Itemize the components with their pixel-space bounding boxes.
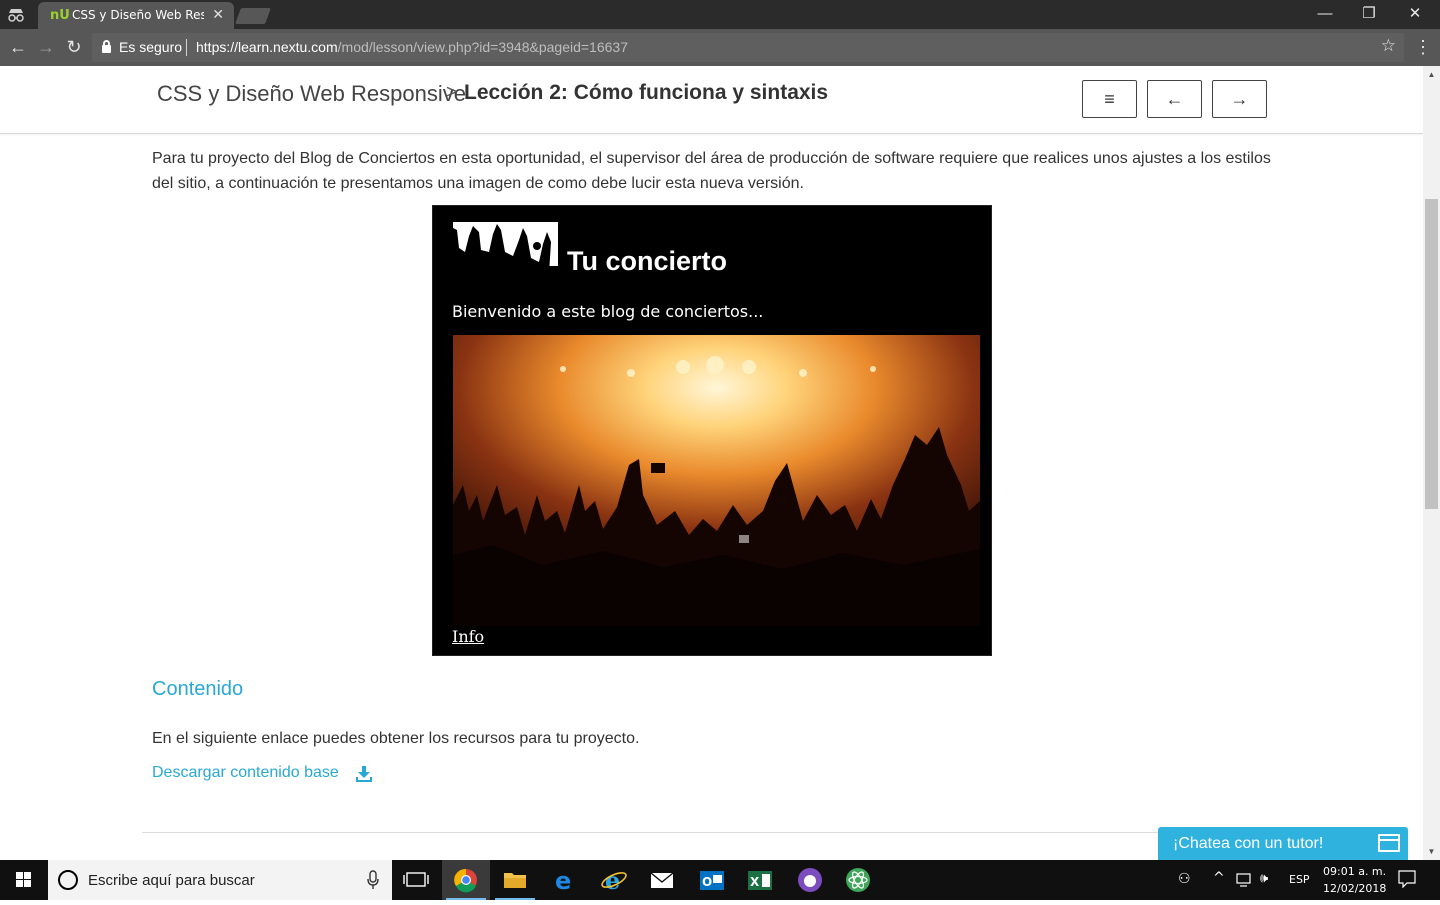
address-bar: ← → ↻ Es seguro https://learn.nextu.com/… (0, 29, 1440, 66)
browser-menu-icon[interactable]: ⋮ (1414, 35, 1432, 59)
start-button[interactable] (0, 860, 48, 900)
clock-time[interactable]: 09:01 a. m. (1323, 865, 1386, 878)
incognito-icon (6, 6, 26, 24)
svg-text:O: O (702, 875, 712, 889)
volume-icon[interactable]: 🕪 (1260, 871, 1268, 886)
svg-text:e: e (605, 866, 620, 895)
search-placeholder: Escribe aquí para buscar (88, 872, 255, 889)
hamburger-icon: ≡ (1104, 89, 1115, 109)
cortana-icon (58, 870, 78, 890)
concert-crowd-photo (453, 335, 980, 626)
security-label: Es seguro (119, 39, 183, 55)
app-purple-icon[interactable] (786, 860, 834, 900)
nextu-favicon-icon: nU (50, 8, 70, 23)
lesson-menu-button[interactable]: ≡ (1082, 80, 1137, 118)
network-icon[interactable] (1236, 872, 1254, 891)
tab-title: CSS y Diseño Web Respo (72, 8, 204, 22)
section-title: Contenido (152, 678, 244, 700)
clock-date[interactable]: 12/02/2018 (1323, 882, 1386, 895)
tab-bar: nU CSS y Diseño Web Respo ✕ — ❐ ✕ (0, 0, 1440, 29)
mail-icon[interactable] (638, 860, 686, 900)
lesson-header: CSS y Diseño Web Responsive > Lección 2:… (0, 66, 1423, 134)
chat-label: ¡Chatea con un tutor! (1173, 835, 1324, 852)
download-icon[interactable] (356, 766, 372, 782)
next-page-button[interactable]: → (1212, 80, 1267, 118)
preview-info-link: Info (452, 627, 485, 646)
intro-paragraph: Para tu proyecto del Blog de Conciertos … (152, 150, 1271, 192)
scroll-down-arrow-icon[interactable]: ▼ (1423, 843, 1440, 860)
close-window-button[interactable]: ✕ (1392, 2, 1438, 26)
resources-text: En el siguiente enlace puedes obtener lo… (152, 730, 640, 747)
url-text[interactable]: https://learn.nextu.com/mod/lesson/view.… (196, 39, 628, 55)
language-indicator[interactable]: ESP (1289, 873, 1310, 886)
arrow-right-icon: → (1230, 89, 1249, 109)
omnibox[interactable]: Es seguro https://learn.nextu.com/mod/le… (92, 33, 1404, 62)
chat-with-tutor-button[interactable]: ¡Chatea con un tutor! (1158, 827, 1408, 860)
svg-text:X: X (750, 875, 760, 889)
excel-icon[interactable]: X (736, 860, 784, 900)
tab-active[interactable]: nU CSS y Diseño Web Respo ✕ (38, 2, 234, 29)
microphone-icon[interactable] (366, 870, 380, 890)
blog-preview-image: Tu concierto Bienvenido a este blog de c… (432, 205, 992, 656)
chat-window-icon (1378, 834, 1400, 852)
minimize-button[interactable]: — (1302, 2, 1348, 26)
internet-explorer-icon[interactable]: e (590, 860, 638, 900)
file-explorer-icon[interactable] (491, 860, 539, 900)
content-divider (142, 832, 1282, 833)
lock-icon (102, 40, 111, 53)
windows-taskbar: Escribe aquí para buscar e e O X ⚇ ^ 🕪 E… (0, 860, 1440, 900)
page-scrollbar[interactable]: ▲ ▼ (1423, 66, 1440, 860)
task-view-icon[interactable] (392, 860, 440, 900)
scroll-up-arrow-icon[interactable]: ▲ (1423, 66, 1440, 83)
previous-page-button[interactable]: ← (1147, 80, 1202, 118)
omnibox-divider (186, 39, 187, 56)
people-icon[interactable]: ⚇ (1178, 871, 1191, 887)
bookmark-star-icon[interactable]: ☆ (1381, 36, 1396, 56)
scroll-thumb[interactable] (1425, 199, 1438, 509)
back-button[interactable]: ← (6, 35, 30, 59)
action-center-icon[interactable] (1398, 870, 1416, 891)
arrow-left-icon: ← (1165, 89, 1184, 109)
page-content: CSS y Diseño Web Responsive > Lección 2:… (0, 66, 1423, 860)
breadcrumb-lesson: Lección 2: Cómo funciona y sintaxis (464, 81, 829, 104)
taskbar-search-box[interactable]: Escribe aquí para buscar (48, 860, 392, 900)
atom-icon[interactable] (834, 860, 882, 900)
breadcrumb-separator: > (446, 82, 458, 103)
svg-text:e: e (555, 867, 571, 895)
tab-close-icon[interactable]: ✕ (212, 6, 224, 23)
reload-button[interactable]: ↻ (62, 35, 86, 59)
chrome-icon[interactable] (442, 860, 490, 900)
maximize-button[interactable]: ❐ (1346, 2, 1392, 26)
edge-icon[interactable]: e (540, 860, 588, 900)
preview-site-title: Tu concierto (567, 246, 728, 276)
forward-button[interactable]: → (34, 35, 58, 59)
concert-crowd-logo-icon (453, 222, 558, 274)
download-base-content-link[interactable]: Descargar contenido base (152, 764, 339, 782)
windows-logo-icon (16, 872, 32, 888)
outlook-icon[interactable]: O (688, 860, 736, 900)
preview-welcome-text: Bienvenido a este blog de conciertos... (452, 302, 764, 321)
new-tab-button[interactable] (235, 8, 271, 24)
breadcrumb-course[interactable]: CSS y Diseño Web Responsive (157, 81, 466, 107)
show-hidden-icons-chevron-icon[interactable]: ^ (1213, 870, 1225, 886)
